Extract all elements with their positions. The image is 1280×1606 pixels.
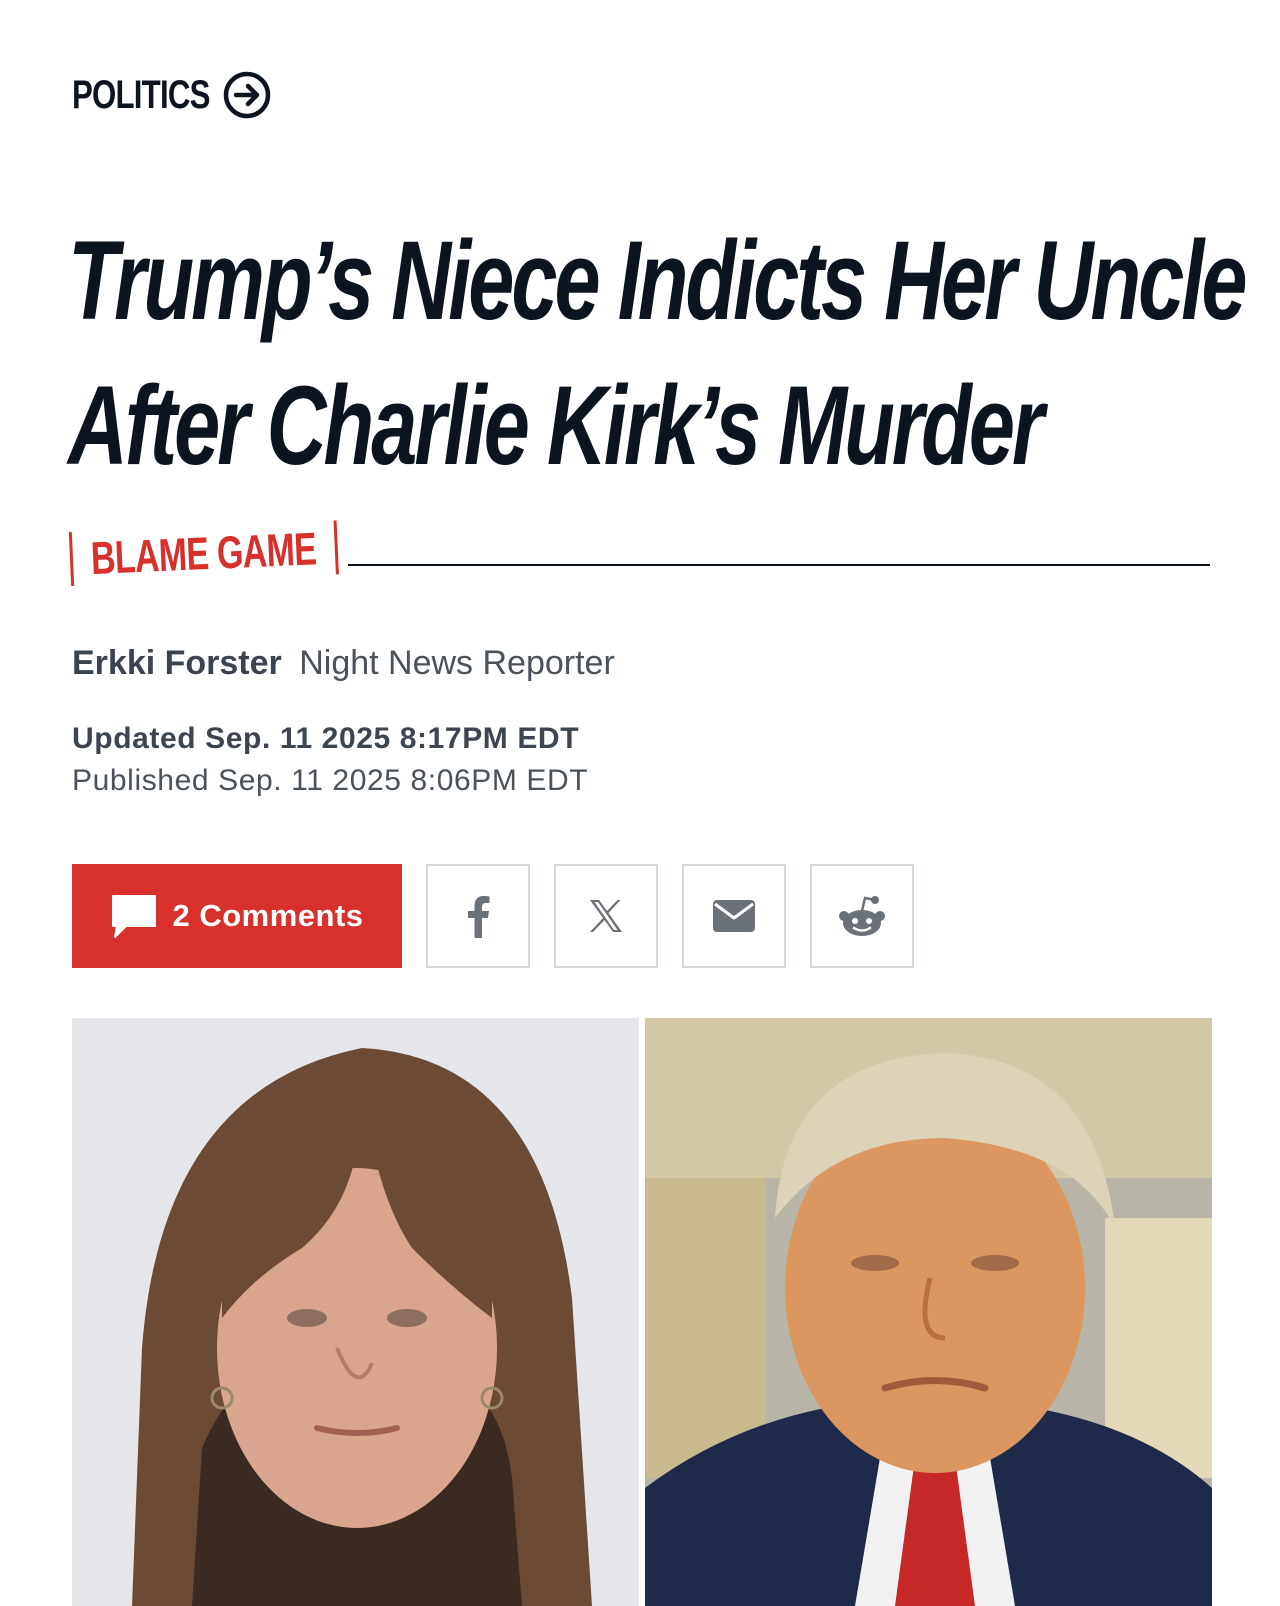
x-icon [590,900,622,932]
section-link-politics[interactable]: POLITICS [72,70,272,120]
reddit-icon [839,896,885,936]
kicker-row: BLAME GAME [68,520,1210,598]
published-timestamp: Published Sep. 11 2025 8:06PM EDT [72,764,589,797]
share-x-button[interactable] [554,864,658,968]
section-label: POLITICS [72,72,210,117]
kicker-bar-left [68,531,75,586]
lead-photo-left [72,1018,639,1606]
lead-photo-composite [72,1018,1212,1606]
share-email-button[interactable] [682,864,786,968]
share-bar: 2 Comments [72,864,914,968]
arrow-right-circle-icon [224,71,271,119]
kicker-tag: BLAME GAME [68,520,340,586]
lead-photo-right [645,1018,1212,1606]
share-reddit-button[interactable] [810,864,914,968]
headline-line-2: After Charlie Kirk’s Murder [68,363,1044,488]
kicker-bar-right [333,520,340,575]
headline-line-1: Trump’s Niece Indicts Her Uncle [68,218,1247,343]
facebook-icon [468,896,490,938]
portrait-woman-image [72,1018,639,1606]
envelope-icon [713,900,755,932]
comments-count-label: 2 Comments [172,898,364,933]
headline: Trump’s Niece Indicts Her Uncle After Ch… [68,208,1247,498]
kicker-divider [348,564,1210,566]
author-name[interactable]: Erkki Forster [72,644,282,682]
share-facebook-button[interactable] [426,864,530,968]
kicker-text: BLAME GAME [89,522,318,585]
updated-timestamp: Updated Sep. 11 2025 8:17PM EDT [72,722,580,755]
comments-button[interactable]: 2 Comments [72,864,402,968]
speech-bubble-icon [112,895,157,938]
portrait-man-image [645,1018,1212,1606]
author-role: Night News Reporter [299,644,615,682]
byline: Erkki Forster Night News Reporter [72,644,615,683]
